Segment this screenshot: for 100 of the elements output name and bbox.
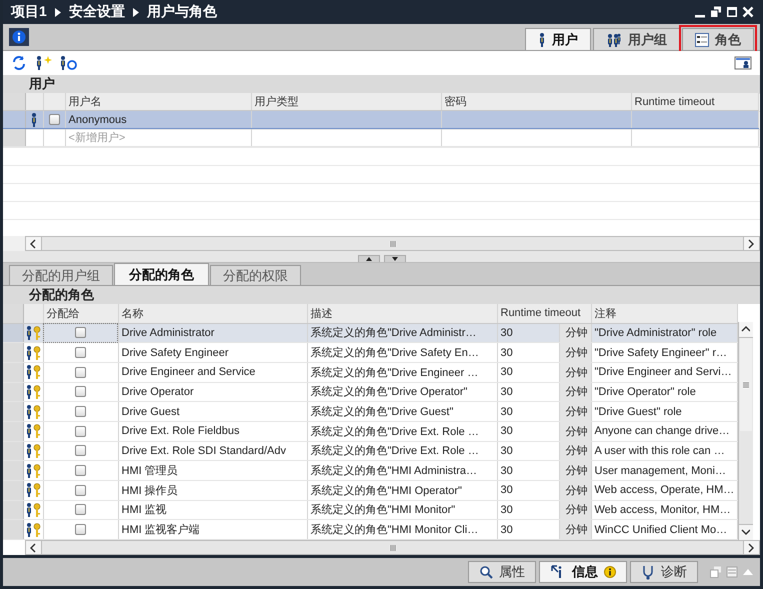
restore-icon[interactable] <box>710 6 722 18</box>
table-cell: 分钟 <box>559 460 591 480</box>
scroll-thumb-icon[interactable] <box>388 544 396 552</box>
table-cell: 分钟 <box>559 402 591 422</box>
column-header[interactable]: 用户类型 <box>251 93 441 110</box>
table-cell: 系统定义的角色"Drive Safety En… <box>307 342 497 362</box>
table-cell: 系统定义的角色"Drive Ext. Role … <box>307 441 497 461</box>
column-header[interactable]: Runtime timeout <box>497 304 591 324</box>
breadcrumb-item[interactable]: 用户与角色 <box>146 3 217 21</box>
breadcrumb-arrow-icon <box>54 8 61 16</box>
user-key-icon <box>25 502 41 518</box>
user-key-icon <box>25 442 41 459</box>
tab[interactable]: 角色 <box>682 28 754 50</box>
breadcrumb-item[interactable]: 项目1 <box>11 3 47 21</box>
table-cell: 系统定义的角色"HMI Administra… <box>307 460 497 480</box>
add-user-icon[interactable] <box>35 55 53 71</box>
tab[interactable]: 分配的角色 <box>114 263 209 285</box>
table-cell: "Drive Administrator" role <box>591 323 737 343</box>
list-icon <box>695 32 709 46</box>
checkbox[interactable] <box>75 465 86 476</box>
table-cell: Drive Operator <box>118 382 307 402</box>
panel-icon[interactable] <box>726 566 738 578</box>
checkbox[interactable] <box>75 504 86 516</box>
scroll-thumb-icon[interactable] <box>388 240 396 248</box>
maximize-icon[interactable] <box>726 6 738 18</box>
checkbox[interactable] <box>75 406 86 418</box>
table-cell: "Drive Safety Engineer" r… <box>591 342 737 362</box>
table-cell: 系统定义的角色"Drive Ext. Role … <box>307 421 497 442</box>
checkbox[interactable] <box>75 445 86 456</box>
column-header[interactable]: Runtime timeout <box>631 93 758 110</box>
user-card-icon[interactable] <box>734 55 752 71</box>
table-cell: 分钟 <box>559 480 591 500</box>
table-cell: 分钟 <box>559 421 591 442</box>
group-icon <box>606 32 622 46</box>
checkbox[interactable] <box>75 366 86 378</box>
table-row[interactable]: Anonymous <box>3 110 758 128</box>
table-cell: "Drive Engineer and Servi… <box>591 362 737 382</box>
table-cell: "Drive Guest" role <box>591 402 737 422</box>
table-cell: 分钟 <box>559 520 591 540</box>
close-icon[interactable] <box>742 6 754 18</box>
user-key-icon <box>25 324 41 341</box>
user-key-icon <box>25 522 41 538</box>
table-cell: 分钟 <box>559 323 591 343</box>
column-header[interactable]: 名称 <box>118 304 307 324</box>
scroll-left-icon[interactable] <box>29 542 38 552</box>
table-cell: 系统定义的角色"HMI Operator" <box>307 480 497 500</box>
table-cell: 30 <box>497 500 559 520</box>
table-cell: HMI 管理员 <box>118 460 307 480</box>
magnifier-icon <box>479 565 493 579</box>
table-cell: Web access, Monitor, HM… <box>591 500 737 520</box>
column-header[interactable]: 注释 <box>591 304 737 324</box>
breadcrumb-item[interactable]: 安全设置 <box>68 3 125 21</box>
panel-tab[interactable]: 信息 <box>539 561 627 583</box>
splitter-down-button[interactable] <box>384 255 406 262</box>
user-icon <box>538 32 546 47</box>
section-title: 用户 <box>29 76 55 93</box>
scroll-down-icon[interactable] <box>741 528 750 538</box>
horizontal-scrollbar[interactable] <box>25 236 760 251</box>
table-cell: 30 <box>497 441 559 461</box>
tab[interactable]: 分配的权限 <box>210 265 301 285</box>
table-cell: 分钟 <box>559 500 591 520</box>
table-cell: HMI 操作员 <box>118 480 307 500</box>
user-key-icon <box>25 462 41 479</box>
scroll-left-icon[interactable] <box>29 238 38 248</box>
stethoscope-icon <box>641 564 655 580</box>
checkbox[interactable] <box>75 524 86 536</box>
table-cell: 分钟 <box>559 382 591 402</box>
user-key-icon <box>25 482 41 498</box>
section-title: 分配的角色 <box>29 287 94 304</box>
checkbox[interactable] <box>75 327 86 338</box>
table-cell: 30 <box>497 362 559 382</box>
column-header[interactable]: 分配给 <box>43 304 118 324</box>
checkbox[interactable] <box>48 114 60 125</box>
table-cell: Anonymous <box>65 110 251 128</box>
panel-tab[interactable]: 诊断 <box>630 561 698 583</box>
checkbox[interactable] <box>75 386 86 398</box>
table-cell: 分钟 <box>559 362 591 382</box>
info-button[interactable] <box>9 28 29 46</box>
scroll-right-icon[interactable] <box>747 542 756 552</box>
tab[interactable]: 用户 <box>525 28 591 50</box>
checkbox[interactable] <box>75 484 86 496</box>
table-cell: 30 <box>497 342 559 362</box>
column-header[interactable]: 密码 <box>441 93 631 110</box>
scroll-right-icon[interactable] <box>747 238 756 248</box>
table-cell: User management, Moni… <box>591 460 737 480</box>
checkbox[interactable] <box>75 347 86 358</box>
sync-user-icon[interactable] <box>59 55 77 71</box>
panel-tab[interactable]: 属性 <box>468 561 536 583</box>
column-header[interactable]: 描述 <box>307 304 497 324</box>
table-cell: 分钟 <box>559 342 591 362</box>
column-header[interactable]: 用户名 <box>65 93 251 110</box>
splitter-up-button[interactable] <box>358 255 380 262</box>
checkbox[interactable] <box>75 426 86 437</box>
user-icon <box>30 112 38 127</box>
tab[interactable]: 分配的用户组 <box>9 265 113 285</box>
tab[interactable]: 用户组 <box>593 28 680 50</box>
horizontal-scrollbar[interactable] <box>25 540 760 555</box>
scroll-thumb-icon[interactable] <box>742 380 750 388</box>
table-cell: Drive Ext. Role SDI Standard/Adv <box>118 441 307 461</box>
vertical-scrollbar[interactable] <box>738 322 752 540</box>
